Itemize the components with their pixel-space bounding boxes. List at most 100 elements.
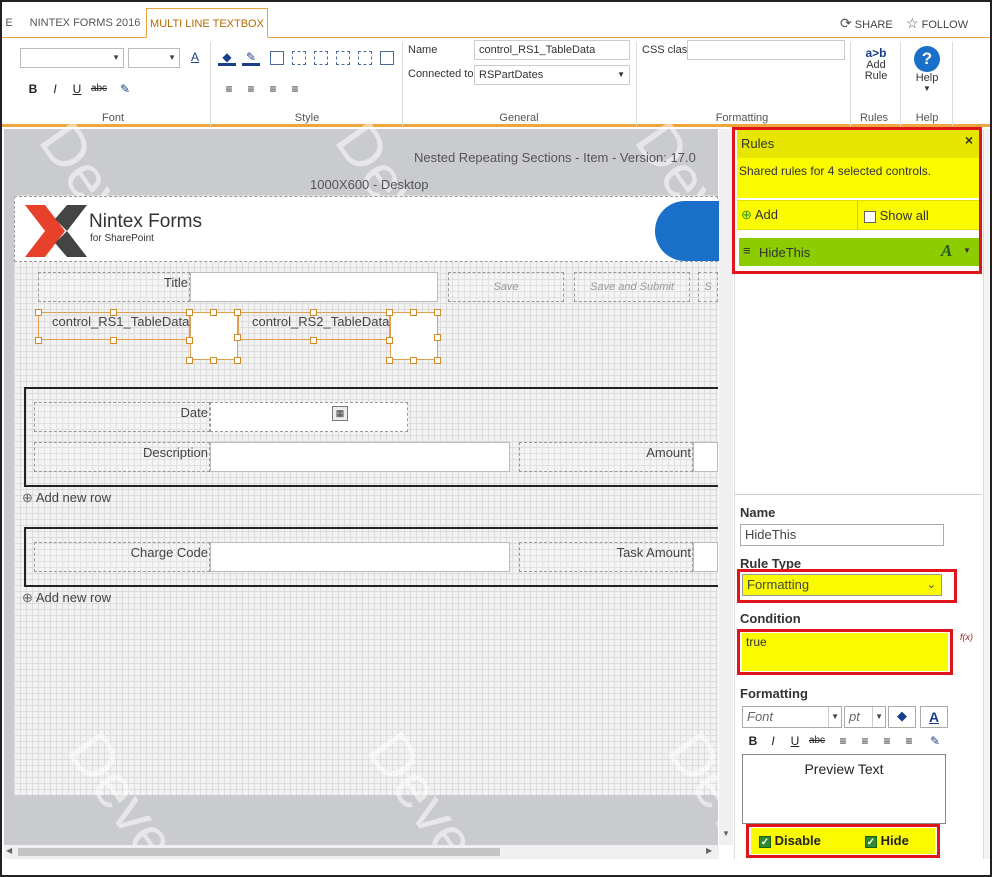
- calendar-icon[interactable]: ▦: [332, 406, 348, 421]
- condition-input[interactable]: true: [742, 633, 948, 671]
- resize-handle[interactable]: [35, 337, 42, 344]
- drag-handle-icon[interactable]: ≡: [743, 243, 751, 258]
- scroll-right-icon[interactable]: ▶: [706, 846, 712, 855]
- resize-handle[interactable]: [410, 357, 417, 364]
- border-color-icon[interactable]: ✎: [242, 48, 260, 66]
- date-input[interactable]: [210, 402, 408, 432]
- hide-checkbox[interactable]: ✓: [865, 835, 877, 848]
- format-font-dropdown[interactable]: Font ▼: [742, 706, 842, 728]
- resize-handle[interactable]: [186, 337, 193, 344]
- justify-icon[interactable]: ≡: [900, 732, 918, 750]
- tab-multi-line-textbox[interactable]: MULTI LINE TEXTBOX: [146, 8, 268, 38]
- css-class-input[interactable]: [687, 40, 845, 60]
- align-center-icon[interactable]: ≡: [856, 732, 874, 750]
- add-rule-button[interactable]: a>b Add Rule: [856, 46, 896, 82]
- fill-color-icon[interactable]: ◆: [218, 48, 236, 66]
- strikethrough-button[interactable]: abc: [90, 80, 108, 98]
- amount-input[interactable]: [693, 442, 718, 472]
- resize-handle[interactable]: [310, 309, 317, 316]
- resize-handle[interactable]: [310, 337, 317, 344]
- header-banner[interactable]: Nintex Forms for SharePoint: [14, 196, 725, 262]
- format-italic-button[interactable]: I: [764, 732, 782, 750]
- disable-checkbox[interactable]: ✓: [759, 835, 771, 848]
- resize-handle[interactable]: [210, 357, 217, 364]
- resize-handle[interactable]: [234, 309, 241, 316]
- border-outer-icon[interactable]: [292, 51, 306, 65]
- align-left-icon[interactable]: ≡: [834, 732, 852, 750]
- show-all-toggle[interactable]: Show all: [864, 208, 929, 223]
- fill-color-icon[interactable]: ◆: [888, 706, 916, 728]
- scroll-left-icon[interactable]: ◀: [6, 846, 12, 855]
- resize-handle[interactable]: [386, 337, 393, 344]
- save-button[interactable]: Save: [448, 272, 564, 302]
- resize-handle[interactable]: [434, 334, 441, 341]
- add-new-row-link-2[interactable]: ⊕ Add new row: [22, 590, 111, 606]
- resize-handle[interactable]: [234, 357, 241, 364]
- font-color-icon[interactable]: A: [920, 706, 948, 728]
- border-right-icon[interactable]: [358, 51, 372, 65]
- resize-handle[interactable]: [434, 309, 441, 316]
- close-icon[interactable]: ×: [965, 132, 973, 148]
- disable-option[interactable]: ✓ Disable: [759, 833, 821, 848]
- panel-scrollbar[interactable]: [983, 129, 990, 859]
- scroll-down-icon[interactable]: ▼: [722, 829, 730, 838]
- border-top-icon[interactable]: [314, 51, 328, 65]
- resize-handle[interactable]: [186, 309, 193, 316]
- bold-button[interactable]: B: [24, 80, 42, 98]
- border-left-icon[interactable]: [336, 51, 350, 65]
- tab-partial[interactable]: E: [2, 8, 16, 38]
- border-bottom-icon[interactable]: [380, 51, 394, 65]
- control-rs2-textbox[interactable]: [390, 312, 438, 360]
- border-all-icon[interactable]: [270, 51, 284, 65]
- align-right-icon[interactable]: ≡: [878, 732, 896, 750]
- add-new-row-link-1[interactable]: ⊕ Add new row: [22, 490, 111, 506]
- add-rule-link[interactable]: ⊕ Add: [741, 207, 778, 223]
- vertical-scrollbar[interactable]: ▼: [719, 129, 733, 845]
- font-size-dropdown[interactable]: ▼: [128, 48, 180, 68]
- rule-name-input[interactable]: HideThis: [740, 524, 944, 546]
- resize-handle[interactable]: [434, 357, 441, 364]
- partial-button[interactable]: S: [698, 272, 718, 302]
- resize-handle[interactable]: [35, 309, 42, 316]
- chevron-down-icon[interactable]: ▼: [963, 246, 971, 255]
- font-family-dropdown[interactable]: ▼: [20, 48, 124, 68]
- format-underline-button[interactable]: U: [786, 732, 804, 750]
- description-input[interactable]: [210, 442, 510, 472]
- clear-format-icon[interactable]: ✎: [116, 80, 134, 98]
- align-center-icon[interactable]: ≡: [242, 80, 260, 98]
- save-and-submit-button[interactable]: Save and Submit: [574, 272, 690, 302]
- rule-type-dropdown[interactable]: Formatting ⌄: [742, 574, 942, 596]
- formula-builder-icon[interactable]: f(x): [960, 632, 973, 642]
- format-strike-button[interactable]: abc: [808, 732, 826, 750]
- control-rs1-textbox[interactable]: [190, 312, 238, 360]
- scrollbar-thumb[interactable]: [18, 848, 500, 856]
- follow-button[interactable]: ☆ FOLLOW: [906, 15, 968, 32]
- resize-handle[interactable]: [386, 309, 393, 316]
- justify-icon[interactable]: ≡: [286, 80, 304, 98]
- hide-option[interactable]: ✓ Hide: [865, 833, 909, 848]
- font-color-icon[interactable]: A: [186, 48, 204, 66]
- share-button[interactable]: ⟳ SHARE: [840, 15, 893, 32]
- resize-handle[interactable]: [234, 334, 241, 341]
- resize-handle[interactable]: [186, 357, 193, 364]
- title-input[interactable]: [190, 272, 438, 302]
- format-bold-button[interactable]: B: [744, 732, 762, 750]
- help-button[interactable]: ? Help ▼: [910, 46, 944, 93]
- resize-handle[interactable]: [386, 357, 393, 364]
- resize-handle[interactable]: [110, 337, 117, 344]
- connected-to-dropdown[interactable]: RSPartDates ▼: [474, 65, 630, 85]
- italic-button[interactable]: I: [46, 80, 64, 98]
- resize-handle[interactable]: [210, 309, 217, 316]
- format-size-dropdown[interactable]: pt ▼: [844, 706, 886, 728]
- charge-code-input[interactable]: [210, 542, 510, 572]
- clear-format-icon[interactable]: ✎: [926, 732, 944, 750]
- horizontal-scrollbar[interactable]: ◀ ▶: [4, 845, 719, 859]
- align-left-icon[interactable]: ≡: [220, 80, 238, 98]
- tab-nintex-forms[interactable]: NINTEX FORMS 2016: [26, 8, 144, 38]
- rule-item-hidethis[interactable]: ≡ HideThis A ▼: [739, 238, 979, 266]
- resize-handle[interactable]: [410, 309, 417, 316]
- resize-handle[interactable]: [110, 309, 117, 316]
- align-right-icon[interactable]: ≡: [264, 80, 282, 98]
- task-amount-input[interactable]: [693, 542, 718, 572]
- underline-button[interactable]: U: [68, 80, 86, 98]
